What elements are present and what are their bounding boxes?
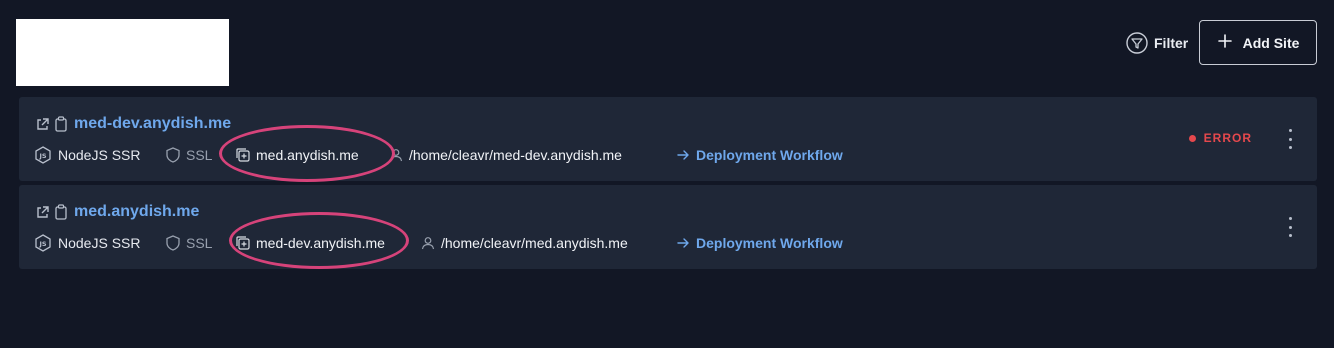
domain-label: med-dev.anydish.me: [256, 235, 385, 251]
site-name-link[interactable]: med-dev.anydish.me: [74, 115, 231, 133]
site-meta-row: JS NodeJS SSR SSL med-dev.anydish.me /ho…: [34, 232, 1254, 254]
site-path: /home/cleavr/med-dev.anydish.me: [389, 144, 622, 166]
site-title-row: med.anydish.me: [35, 203, 199, 221]
app-type: JS NodeJS SSR: [34, 144, 140, 166]
arrow-right-icon: [676, 236, 690, 250]
site-title-row: med-dev.anydish.me: [35, 115, 231, 133]
domain-copy-icon: [236, 148, 250, 162]
status-label: ERROR: [1203, 131, 1252, 145]
svg-text:JS: JS: [38, 152, 46, 160]
site-card: med.anydish.me JS NodeJS SSR SSL med-dev…: [19, 185, 1317, 269]
deployment-workflow-link[interactable]: Deployment Workflow: [676, 232, 843, 254]
external-link-icon[interactable]: [35, 117, 50, 132]
site-card: med-dev.anydish.me JS NodeJS SSR SSL med…: [19, 97, 1317, 182]
clipboard-icon[interactable]: [54, 204, 68, 220]
filter-button[interactable]: Filter: [1126, 31, 1188, 55]
ssl-label: SSL: [186, 147, 213, 163]
site-path-label: /home/cleavr/med.anydish.me: [441, 235, 628, 251]
shield-icon: [166, 235, 180, 251]
add-site-label: Add Site: [1242, 34, 1300, 51]
external-link-icon[interactable]: [35, 205, 50, 220]
site-name-link[interactable]: med.anydish.me: [74, 203, 199, 221]
status-badge: ERROR: [1188, 131, 1252, 145]
domain-label: med.anydish.me: [256, 147, 359, 163]
add-site-button[interactable]: Add Site: [1199, 20, 1317, 65]
domain-alias: med-dev.anydish.me: [236, 232, 385, 254]
workflow-label: Deployment Workflow: [696, 147, 843, 163]
status-dot: [1188, 134, 1196, 142]
deployment-workflow-link[interactable]: Deployment Workflow: [676, 144, 843, 166]
arrow-right-icon: [676, 148, 690, 162]
site-path-label: /home/cleavr/med-dev.anydish.me: [409, 147, 622, 163]
shield-icon: [166, 147, 180, 163]
filter-icon: [1126, 32, 1148, 54]
nodejs-icon: JS: [34, 146, 52, 164]
redacted-logo-area: [16, 19, 229, 86]
ssl-indicator: SSL: [166, 232, 212, 254]
user-icon: [421, 236, 435, 250]
clipboard-icon[interactable]: [54, 116, 68, 132]
filter-label: Filter: [1154, 35, 1189, 51]
ssl-indicator: SSL: [166, 144, 212, 166]
nodejs-icon: JS: [34, 234, 52, 252]
ssl-label: SSL: [186, 235, 213, 251]
site-path: /home/cleavr/med.anydish.me: [421, 232, 628, 254]
app-type-label: NodeJS SSR: [58, 147, 141, 163]
svg-text:JS: JS: [38, 240, 46, 248]
more-options-icon[interactable]: [1284, 129, 1296, 149]
domain-copy-icon: [236, 236, 250, 250]
app-type-label: NodeJS SSR: [58, 235, 141, 251]
workflow-label: Deployment Workflow: [696, 235, 843, 251]
domain-alias: med.anydish.me: [236, 144, 359, 166]
more-options-icon[interactable]: [1284, 217, 1296, 237]
site-meta-row: JS NodeJS SSR SSL med.anydish.me /home/c…: [34, 144, 1254, 166]
user-icon: [389, 148, 403, 162]
app-type: JS NodeJS SSR: [34, 232, 140, 254]
plus-icon: [1217, 33, 1233, 52]
